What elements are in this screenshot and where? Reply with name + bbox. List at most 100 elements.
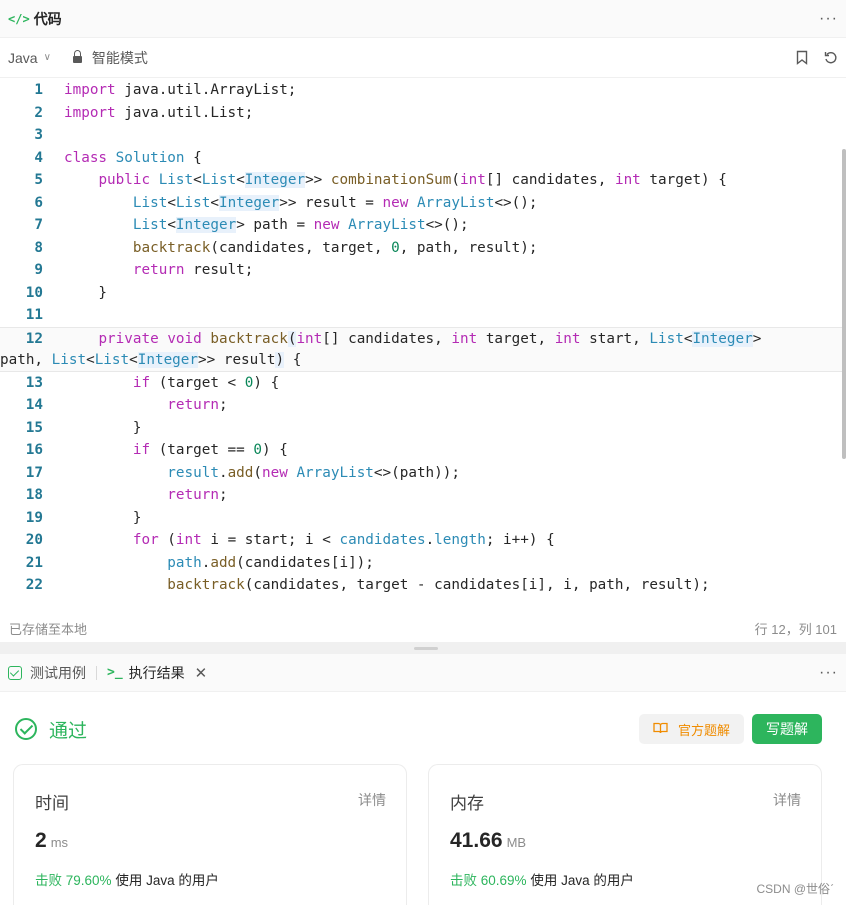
line-number: 22	[25, 577, 43, 593]
memory-label: 内存	[450, 794, 484, 813]
check-circle-icon	[15, 718, 37, 740]
code-text: public List<List<Integer>> combinationSu…	[98, 172, 727, 188]
bookmark-icon[interactable]	[796, 50, 808, 65]
line-number: 8	[34, 239, 43, 256]
code-text: path.add(candidates[i]);	[167, 554, 374, 571]
code-text: class Solution {	[64, 149, 202, 166]
line-number: 13	[25, 374, 43, 391]
code-text: import java.util.ArrayList;	[64, 82, 297, 98]
code-line: 15 }	[0, 417, 846, 440]
editor-scrollbar[interactable]	[840, 79, 846, 602]
result-header: 通过 官方题解 写题解	[15, 714, 822, 744]
tab-result[interactable]: >_ 执行结果 ✕	[107, 663, 207, 683]
watermark: CSDN @世俗ˊ	[756, 882, 834, 896]
official-solution-button[interactable]: 官方题解	[638, 714, 744, 744]
tab-testcase-label: 测试用例	[30, 664, 86, 681]
code-text: result.add(new ArrayList<>(path));	[167, 464, 460, 481]
language-select[interactable]: Java ∨	[8, 50, 51, 66]
chevron-down-icon: ∨	[43, 52, 51, 63]
line-number: 15	[25, 419, 43, 436]
code-text: }	[64, 509, 142, 526]
editor-toolbar: Java ∨ 智能模式	[0, 38, 846, 78]
smart-mode-toggle[interactable]: 智能模式	[72, 48, 148, 68]
tab-separator	[96, 665, 97, 680]
panel-title: 代码	[33, 10, 62, 27]
line-number: 14	[25, 397, 43, 413]
code-line: 9 return result;	[0, 259, 846, 282]
code-line: 5 public List<List<Integer>> combination…	[0, 169, 846, 192]
panel-resize-divider[interactable]	[0, 642, 846, 654]
runtime-card: 时间 详情 2 ms 击败 79.60% 使用 Java 的用户	[13, 764, 407, 905]
terminal-icon: >_	[107, 665, 123, 680]
runtime-label: 时间	[35, 794, 69, 813]
code-text: return;	[167, 487, 228, 503]
mode-label: 智能模式	[91, 49, 148, 66]
code-text: return;	[167, 397, 228, 413]
tab-testcase[interactable]: 测试用例	[8, 663, 86, 683]
language-label: Java	[8, 49, 38, 66]
line-number: 12	[25, 330, 43, 347]
runtime-beat: 击败 79.60% 使用 Java 的用户	[35, 869, 219, 889]
code-line-wrapped: path, List<List<Integer>> result) {	[0, 349, 846, 372]
line-number: 16	[25, 442, 43, 458]
code-text: backtrack(candidates, target, 0, path, r…	[132, 239, 538, 256]
memory-beat: 击败 60.69% 使用 Java 的用户	[450, 869, 634, 889]
result-status: 通过	[49, 720, 88, 742]
line-number: 19	[25, 509, 43, 526]
code-line: 8 backtrack(candidates, target, 0, path,…	[0, 237, 846, 260]
code-line: 10 }	[0, 282, 846, 305]
code-editor[interactable]: 1 import java.util.ArrayList; 2 import jav…	[0, 79, 846, 602]
save-status: 已存储至本地	[9, 621, 88, 637]
code-line: 21 path.add(candidates[i]);	[0, 552, 846, 575]
scrollbar-thumb[interactable]	[842, 149, 846, 459]
code-line: 18 return;	[0, 484, 846, 507]
book-icon	[653, 722, 668, 737]
line-number: 17	[25, 464, 43, 481]
code-text: for (int i = start; i < candidates.lengt…	[132, 532, 555, 548]
code-line: 14 return;	[0, 394, 846, 417]
line-number: 4	[34, 149, 43, 166]
official-solution-label: 官方题解	[677, 722, 730, 738]
code-line: 3	[0, 124, 846, 147]
result-tabs: 测试用例 >_ 执行结果 ✕ ···	[0, 654, 846, 692]
cursor-position: 行 12，列 101	[754, 621, 837, 637]
line-number: 5	[34, 172, 43, 188]
code-line: 22 backtrack(candidates, target - candid…	[0, 574, 846, 597]
line-number: 6	[34, 194, 43, 211]
editor-statusbar: 已存储至本地 行 12，列 101	[0, 614, 846, 642]
beat-suffix: 使用 Java 的用户	[530, 873, 634, 888]
line-number: 3	[34, 127, 43, 143]
memory-detail-link[interactable]: 详情	[773, 790, 801, 810]
more-options-icon[interactable]: ···	[819, 10, 838, 28]
beat-percent: 79.60%	[65, 873, 112, 888]
code-line: 1 import java.util.ArrayList;	[0, 79, 846, 102]
code-line: 11	[0, 304, 846, 327]
write-solution-button[interactable]: 写题解	[752, 714, 822, 744]
result-panel: 测试用例 >_ 执行结果 ✕ ··· 通过 官方题解 写题解 时间 详情 2 ms…	[0, 654, 846, 905]
line-number: 1	[34, 82, 43, 98]
line-number: 20	[25, 532, 43, 548]
more-options-icon[interactable]: ···	[819, 664, 838, 682]
line-number: 9	[34, 262, 43, 278]
code-text: }	[64, 284, 108, 301]
line-number: 11	[25, 307, 43, 323]
beat-prefix: 击败	[450, 873, 477, 888]
line-number: 7	[34, 217, 43, 233]
code-text: List<Integer> path = new ArrayList<>();	[132, 217, 469, 233]
close-icon[interactable]: ✕	[195, 664, 208, 682]
checkbox-icon	[8, 665, 22, 680]
code-icon: </>	[8, 11, 30, 26]
beat-prefix: 击败	[35, 873, 62, 888]
reset-icon[interactable]	[824, 51, 838, 65]
runtime-detail-link[interactable]: 详情	[358, 790, 386, 810]
code-text: backtrack(candidates, target - candidate…	[167, 577, 710, 593]
code-line: 16 if (target == 0) {	[0, 439, 846, 462]
beat-suffix: 使用 Java 的用户	[115, 873, 219, 888]
code-line: 2 import java.util.List;	[0, 102, 846, 125]
code-line: 20 for (int i = start; i < candidates.le…	[0, 529, 846, 552]
memory-number: 41.66	[450, 829, 503, 852]
code-text: import java.util.List;	[64, 104, 254, 121]
code-line: 4 class Solution {	[0, 147, 846, 170]
code-text: }	[64, 419, 142, 436]
resize-handle[interactable]	[414, 647, 438, 650]
